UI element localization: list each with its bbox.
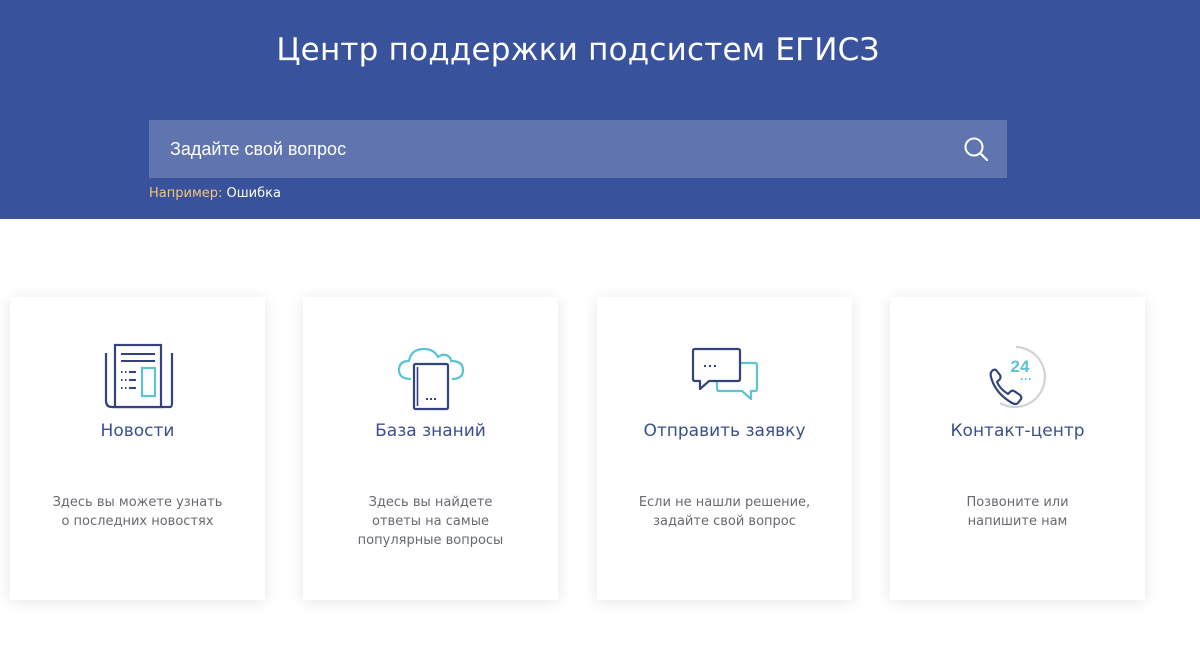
card-description: Здесь вы найдете ответы на самые популяр… xyxy=(357,495,504,548)
chat-bubbles-icon xyxy=(691,347,758,401)
cloud-book-icon xyxy=(397,347,464,411)
card-description: Если не нашли решение, задайте свой вопр… xyxy=(638,495,811,529)
card-title: Отправить заявку xyxy=(643,421,806,441)
card-description: Здесь вы можете узнать о последних новос… xyxy=(52,495,223,529)
card-submit-request[interactable]: Отправить заявку Если не нашли решение, … xyxy=(597,297,852,600)
card-contact-center[interactable]: 24 Контакт-центр Позвоните или напишите … xyxy=(890,297,1145,600)
search-bar xyxy=(149,120,1007,178)
header-banner: Центр поддержки подсистем ЕГИСЗ Например… xyxy=(0,0,1200,219)
search-button[interactable] xyxy=(961,134,991,164)
example-label: Например: xyxy=(149,186,223,201)
search-example: Например: Ошибка xyxy=(149,186,281,201)
card-title: База знаний xyxy=(375,421,486,441)
search-icon xyxy=(964,137,989,162)
example-link[interactable]: Ошибка xyxy=(227,186,281,201)
page-title: Центр поддержки подсистем ЕГИСЗ xyxy=(276,32,880,68)
search-input[interactable] xyxy=(170,120,961,178)
svg-text:24: 24 xyxy=(1010,357,1029,376)
phone-24-icon: 24 xyxy=(989,345,1046,409)
card-news[interactable]: Новости Здесь вы можете узнать о последн… xyxy=(10,297,265,600)
card-description: Позвоните или напишите нам xyxy=(966,495,1069,529)
card-title: Новости xyxy=(100,421,175,441)
card-title: Контакт-центр xyxy=(950,421,1085,441)
card-knowledge-base[interactable]: База знаний Здесь вы найдете ответы на с… xyxy=(303,297,558,600)
newspaper-icon xyxy=(104,343,173,409)
